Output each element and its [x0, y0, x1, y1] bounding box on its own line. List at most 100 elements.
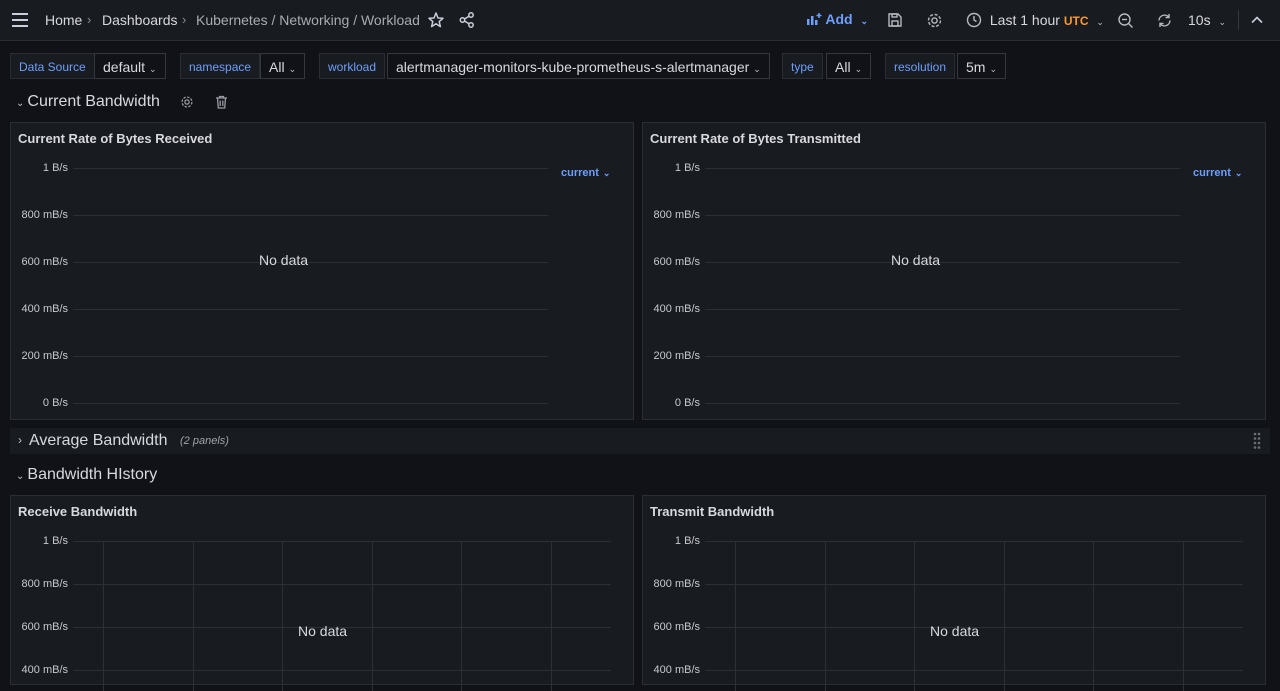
gear-icon[interactable]	[180, 95, 194, 109]
y-tick: 800 mB/s	[21, 578, 68, 590]
refresh-interval-label: 10s	[1188, 12, 1211, 28]
breadcrumb-dashboards[interactable]: Dashboards	[102, 12, 178, 28]
no-data-message: No data	[930, 623, 980, 639]
panel-title: Current Rate of Bytes Received	[18, 131, 213, 146]
y-tick: 800 mB/s	[653, 209, 700, 221]
variable-value: All	[835, 59, 851, 75]
y-tick: 600 mB/s	[21, 256, 68, 268]
panel-receive-bandwidth[interactable]: Receive Bandwidth 1 B/s 800 mB/s 600 mB/…	[10, 495, 634, 691]
y-tick: 400 mB/s	[653, 664, 700, 676]
time-range-label: Last 1 hour	[989, 12, 1060, 28]
variable-value: 5m	[966, 59, 986, 75]
no-data-message: No data	[259, 252, 309, 268]
row-title: Average Bandwidth	[29, 432, 168, 449]
breadcrumb-separator: ›	[87, 12, 92, 27]
row-current-bandwidth[interactable]: ⌄ Current Bandwidth	[16, 93, 160, 111]
panel-title: Transmit Bandwidth	[650, 504, 775, 519]
collapse-icon[interactable]	[1250, 13, 1264, 27]
panel-bytes-transmitted[interactable]: Current Rate of Bytes Transmitted curren…	[642, 122, 1266, 420]
variable-select-type[interactable]: All ⌄	[826, 53, 872, 79]
clock-icon	[966, 12, 982, 28]
grid-line	[73, 309, 548, 310]
chevron-down-icon: ⌄	[16, 471, 25, 482]
grid-line	[705, 215, 1180, 216]
menu-icon[interactable]	[10, 11, 30, 29]
variable-select-resolution[interactable]: 5m ⌄	[957, 53, 1006, 79]
save-icon[interactable]	[887, 12, 903, 28]
variable-select-workload[interactable]: alertmanager-monitors-kube-prometheus-s-…	[387, 53, 770, 79]
toolbar-divider	[1238, 10, 1239, 30]
legend-current[interactable]: current ⌄	[1193, 167, 1242, 179]
y-tick: 800 mB/s	[21, 209, 68, 221]
legend-label: current	[1193, 167, 1231, 179]
grid-line	[73, 403, 548, 404]
variable-label-workload: workload	[319, 53, 386, 79]
refresh-interval-picker[interactable]: 10s ⌄	[1188, 12, 1226, 28]
y-tick: 1 B/s	[42, 535, 68, 547]
grid-line	[73, 168, 548, 169]
no-data-message: No data	[891, 252, 941, 268]
y-tick: 400 mB/s	[653, 303, 700, 315]
variable-select-datasource[interactable]: default ⌄	[94, 53, 166, 79]
grid-line	[705, 584, 1243, 585]
y-tick: 600 mB/s	[21, 621, 68, 633]
y-tick: 600 mB/s	[653, 256, 700, 268]
variable-label-type: type	[782, 53, 823, 79]
variable-label-datasource: Data Source	[10, 53, 95, 79]
panel-transmit-bandwidth[interactable]: Transmit Bandwidth 1 B/s 800 mB/s 600 mB…	[642, 495, 1266, 691]
grid-line	[73, 215, 548, 216]
panel-bytes-received[interactable]: Current Rate of Bytes Received current ⌄ …	[10, 122, 634, 420]
top-navbar: Home › Dashboards › Kubernetes / Network…	[0, 0, 1280, 41]
y-tick: 1 B/s	[674, 162, 700, 174]
row-bandwidth-history[interactable]: ⌄ Bandwidth HIstory	[16, 466, 157, 484]
panel-title: Current Rate of Bytes Transmitted	[650, 131, 861, 146]
grid-line	[73, 356, 548, 357]
grid-line	[73, 584, 611, 585]
y-tick: 400 mB/s	[21, 303, 68, 315]
no-data-message: No data	[298, 623, 348, 639]
y-tick: 400 mB/s	[21, 664, 68, 676]
gear-icon[interactable]	[926, 12, 943, 29]
star-icon[interactable]	[427, 11, 445, 29]
timezone-label: UTC	[1063, 14, 1089, 28]
y-tick: 600 mB/s	[653, 621, 700, 633]
y-tick: 0 B/s	[674, 397, 700, 409]
chevron-down-icon: ⌄	[149, 64, 157, 74]
trash-icon[interactable]	[215, 95, 228, 109]
chevron-down-icon: ⌄	[16, 98, 25, 109]
breadcrumb-home[interactable]: Home	[45, 12, 82, 28]
y-tick: 800 mB/s	[653, 578, 700, 590]
y-tick: 200 mB/s	[653, 350, 700, 362]
grid-line	[73, 262, 548, 263]
chevron-down-icon: ⌄	[602, 168, 611, 178]
chevron-down-icon: ⌄	[1234, 168, 1243, 178]
chevron-down-icon: ⌄	[854, 64, 863, 74]
chevron-down-icon: ⌄	[860, 16, 869, 26]
variable-value: All	[269, 59, 285, 75]
grid-line	[705, 541, 1243, 542]
chevron-down-icon: ⌄	[288, 64, 297, 74]
add-button[interactable]: Add ⌄	[806, 11, 868, 27]
drag-handle-icon[interactable]	[1253, 432, 1261, 450]
legend-label: current	[561, 167, 599, 179]
legend-current[interactable]: current ⌄	[561, 167, 610, 179]
row-title: Bandwidth HIstory	[27, 466, 158, 483]
refresh-icon[interactable]	[1156, 12, 1173, 29]
y-tick: 1 B/s	[42, 162, 68, 174]
chevron-down-icon: ⌄	[1218, 17, 1227, 27]
share-icon[interactable]	[458, 11, 476, 29]
row-title: Current Bandwidth	[27, 93, 160, 110]
row-average-bandwidth[interactable]: › Average Bandwidth (2 panels)	[10, 428, 1270, 454]
variable-label-namespace: namespace	[180, 53, 261, 79]
add-panel-icon	[806, 12, 822, 26]
grid-line	[705, 356, 1180, 357]
variable-select-namespace[interactable]: All ⌄	[260, 53, 306, 79]
chevron-down-icon: ⌄	[989, 64, 997, 74]
time-picker[interactable]: Last 1 hour UTC ⌄	[966, 12, 1104, 28]
grid-line	[705, 309, 1180, 310]
add-button-label: Add	[825, 11, 853, 27]
zoom-out-icon[interactable]	[1117, 12, 1134, 29]
y-tick: 0 B/s	[42, 397, 68, 409]
grid-line	[73, 670, 611, 671]
breadcrumb-separator: ›	[182, 12, 187, 27]
